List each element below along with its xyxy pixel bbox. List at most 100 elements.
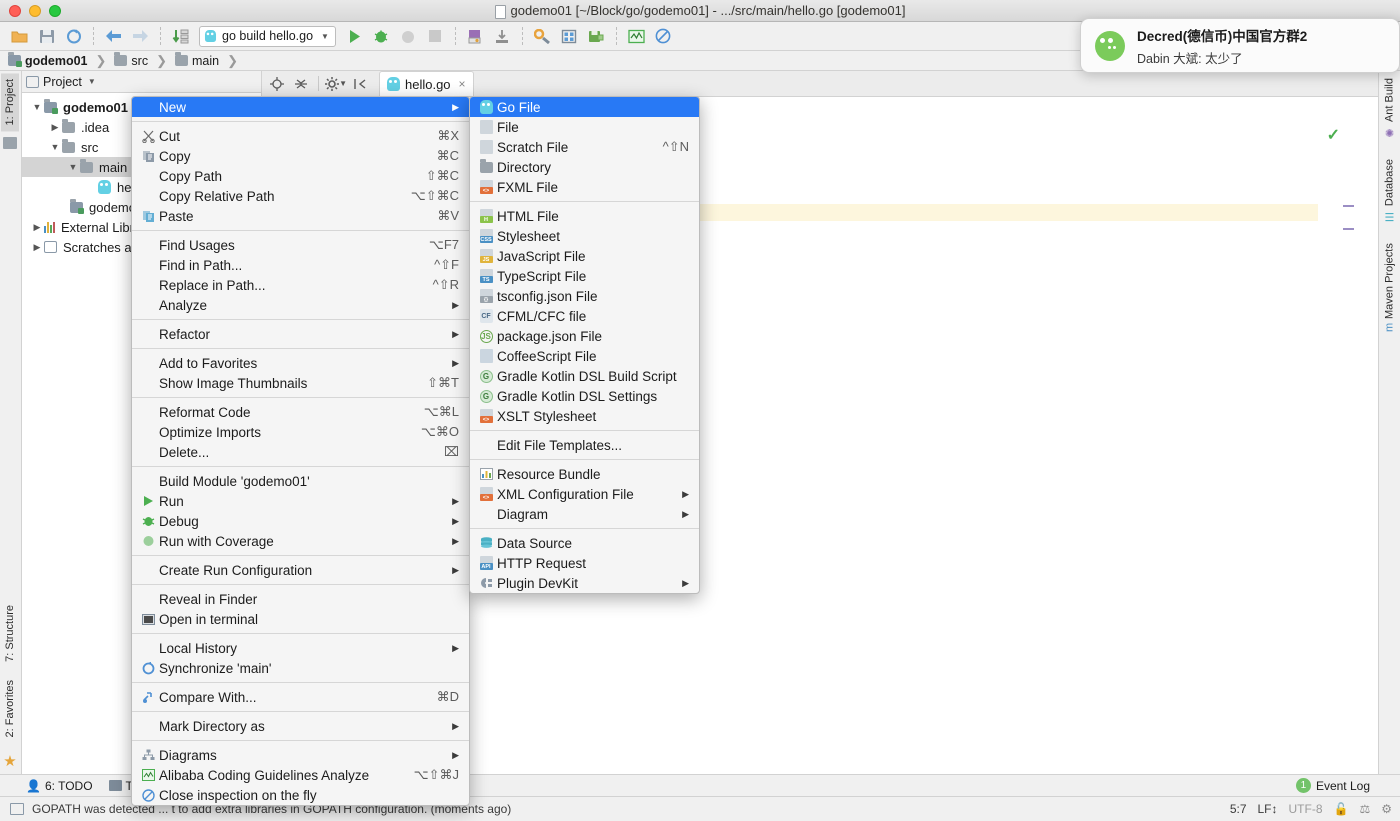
submenu-item-tsconfig-json-file[interactable]: {} tsconfig.json File xyxy=(470,286,699,306)
editor-marker-column[interactable] xyxy=(1342,97,1356,774)
menu-item-analyze[interactable]: Analyze ▶ xyxy=(132,295,469,315)
inspection-icon[interactable]: ⚖ xyxy=(1359,802,1370,816)
submenu-item-xslt-stylesheet[interactable]: <> XSLT Stylesheet xyxy=(470,406,699,426)
caret-position[interactable]: 5:7 xyxy=(1230,802,1247,816)
editor-tab-hello-go[interactable]: hello.go × xyxy=(379,71,474,96)
notification-toast[interactable]: Decred(德信币)中国官方群2 Dabin 大斌: 太少了 xyxy=(1080,18,1400,73)
menu-item-close-inspection-on-the-fly[interactable]: Close inspection on the fly xyxy=(132,785,469,805)
menu-item-copy-path[interactable]: Copy Path ⇧⌘C xyxy=(132,166,469,186)
new-submenu[interactable]: Go File File Scratch File ^⇧N Directory … xyxy=(469,96,700,594)
update-project-icon[interactable] xyxy=(490,24,515,48)
submenu-item-gradle-kotlin-dsl-settings[interactable]: G Gradle Kotlin DSL Settings xyxy=(470,386,699,406)
run-configuration-selector[interactable]: go build hello.go ▼ xyxy=(199,25,336,47)
chevron-right-icon[interactable] xyxy=(48,122,62,133)
menu-item-compare-with[interactable]: Compare With... ⌘D xyxy=(132,687,469,707)
marker[interactable] xyxy=(1343,228,1354,230)
menu-item-synchronize-main[interactable]: Synchronize 'main' xyxy=(132,658,469,678)
menu-item-find-in-path[interactable]: Find in Path... ^⇧F xyxy=(132,255,469,275)
menu-item-debug[interactable]: Debug ▶ xyxy=(132,511,469,531)
settings-wrench-icon[interactable] xyxy=(530,24,555,48)
menu-item-delete[interactable]: Delete... ⌧ xyxy=(132,442,469,462)
open-module-settings-icon[interactable] xyxy=(463,24,488,48)
submenu-item-diagram[interactable]: Diagram ▶ xyxy=(470,504,699,524)
menu-item-reformat-code[interactable]: Reformat Code ⌥⌘L xyxy=(132,402,469,422)
menu-item-copy-relative-path[interactable]: Copy Relative Path ⌥⇧⌘C xyxy=(132,186,469,206)
lock-icon[interactable]: 🔓 xyxy=(1334,802,1349,816)
sidebar-item-favorites[interactable]: 2: Favorites xyxy=(1,677,19,740)
close-icon[interactable]: × xyxy=(459,77,466,91)
submenu-item-scratch-file[interactable]: Scratch File ^⇧N xyxy=(470,137,699,157)
chevron-down-icon[interactable]: ▼ xyxy=(88,77,96,86)
submenu-item-gradle-kotlin-dsl-build-script[interactable]: G Gradle Kotlin DSL Build Script xyxy=(470,366,699,386)
sidebar-item-project[interactable]: 1: Project xyxy=(1,73,19,132)
save-all-icon[interactable] xyxy=(34,24,59,48)
submenu-item-go-file[interactable]: Go File xyxy=(470,97,699,117)
sidebar-item-database[interactable]: ☰ Database xyxy=(1380,156,1399,226)
no-inspection-icon[interactable] xyxy=(651,24,676,48)
menu-item-local-history[interactable]: Local History ▶ xyxy=(132,638,469,658)
context-menu[interactable]: New ▶ Cut ⌘X Copy ⌘C Copy Path ⇧⌘C Copy … xyxy=(131,96,470,806)
gear-icon[interactable]: ▼ xyxy=(325,73,347,95)
submenu-item-http-request[interactable]: API HTTP Request xyxy=(470,553,699,573)
menu-item-alibaba-coding-guidelines-analyze[interactable]: Alibaba Coding Guidelines Analyze ⌥⇧⌘J xyxy=(132,765,469,785)
menu-item-optimize-imports[interactable]: Optimize Imports ⌥⌘O xyxy=(132,422,469,442)
submenu-item-data-source[interactable]: Data Source xyxy=(470,533,699,553)
file-encoding[interactable]: UTF-8 xyxy=(1289,802,1323,816)
menu-item-run[interactable]: Run ▶ xyxy=(132,491,469,511)
menu-item-show-image-thumbnails[interactable]: Show Image Thumbnails ⇧⌘T xyxy=(132,373,469,393)
submenu-item-stylesheet[interactable]: CSS Stylesheet xyxy=(470,226,699,246)
menu-item-open-in-terminal[interactable]: Open in terminal xyxy=(132,609,469,629)
chevron-down-icon[interactable] xyxy=(48,142,62,152)
chevron-down-icon[interactable]: ▼ xyxy=(321,32,329,41)
breadcrumb-item-main[interactable]: main ❯ xyxy=(173,52,244,69)
favorites-star-icon[interactable]: ★ xyxy=(1,752,19,770)
sidebar-item-ant-build[interactable]: ✺ Ant Build xyxy=(1380,75,1399,142)
line-separator[interactable]: LF↕ xyxy=(1258,802,1278,816)
menu-item-cut[interactable]: Cut ⌘X xyxy=(132,126,469,146)
submenu-item-xml-configuration-file[interactable]: <> XML Configuration File ▶ xyxy=(470,484,699,504)
back-icon[interactable] xyxy=(101,24,126,48)
menu-item-replace-in-path[interactable]: Replace in Path... ^⇧R xyxy=(132,275,469,295)
chevron-down-icon[interactable] xyxy=(30,102,44,112)
chevron-down-icon[interactable] xyxy=(66,162,80,172)
sort-icon[interactable] xyxy=(168,24,193,48)
sidebar-item-structure[interactable]: 7: Structure xyxy=(1,602,19,665)
submenu-item-file[interactable]: File xyxy=(470,117,699,137)
commit-icon[interactable] xyxy=(584,24,609,48)
debug-icon[interactable] xyxy=(369,24,394,48)
marker[interactable] xyxy=(1343,205,1354,207)
menu-item-mark-directory-as[interactable]: Mark Directory as ▶ xyxy=(132,716,469,736)
structure-small-icon[interactable] xyxy=(3,137,17,150)
menu-item-copy[interactable]: Copy ⌘C xyxy=(132,146,469,166)
analyze-icon[interactable] xyxy=(624,24,649,48)
submenu-item-directory[interactable]: Directory xyxy=(470,157,699,177)
run-coverage-icon[interactable] xyxy=(396,24,421,48)
submenu-item-cfml-cfc-file[interactable]: CF CFML/CFC file xyxy=(470,306,699,326)
forward-icon[interactable] xyxy=(128,24,153,48)
stop-icon[interactable] xyxy=(423,24,448,48)
submenu-item-fxml-file[interactable]: <> FXML File xyxy=(470,177,699,197)
run-icon[interactable] xyxy=(342,24,367,48)
menu-item-build-module[interactable]: Build Module 'godemo01' xyxy=(132,471,469,491)
menu-item-refactor[interactable]: Refactor ▶ xyxy=(132,324,469,344)
bottom-item-todo[interactable]: 👤 6: TODO xyxy=(26,779,93,793)
breadcrumb-item-src[interactable]: src ❯ xyxy=(112,52,173,69)
submenu-item-javascript-file[interactable]: JS JavaScript File xyxy=(470,246,699,266)
sync-icon[interactable] xyxy=(61,24,86,48)
chevron-right-icon[interactable] xyxy=(30,222,44,233)
submenu-item-plugin-devkit[interactable]: Plugin DevKit ▶ xyxy=(470,573,699,593)
hide-icon[interactable] xyxy=(349,73,371,95)
menu-item-diagrams[interactable]: Diagrams ▶ xyxy=(132,745,469,765)
locate-icon[interactable] xyxy=(266,73,288,95)
menu-item-find-usages[interactable]: Find Usages ⌥F7 xyxy=(132,235,469,255)
submenu-item-typescript-file[interactable]: TS TypeScript File xyxy=(470,266,699,286)
chevron-right-icon[interactable] xyxy=(30,242,44,253)
collapse-all-icon[interactable] xyxy=(290,73,312,95)
menu-item-add-to-favorites[interactable]: Add to Favorites ▶ xyxy=(132,353,469,373)
event-log-button[interactable]: 1 Event Log xyxy=(1295,778,1370,793)
menu-item-new[interactable]: New ▶ xyxy=(132,97,469,117)
menu-item-paste[interactable]: Paste ⌘V xyxy=(132,206,469,226)
submenu-item-html-file[interactable]: H HTML File xyxy=(470,206,699,226)
submenu-item-resource-bundle[interactable]: Resource Bundle xyxy=(470,464,699,484)
menu-item-reveal-in-finder[interactable]: Reveal in Finder xyxy=(132,589,469,609)
